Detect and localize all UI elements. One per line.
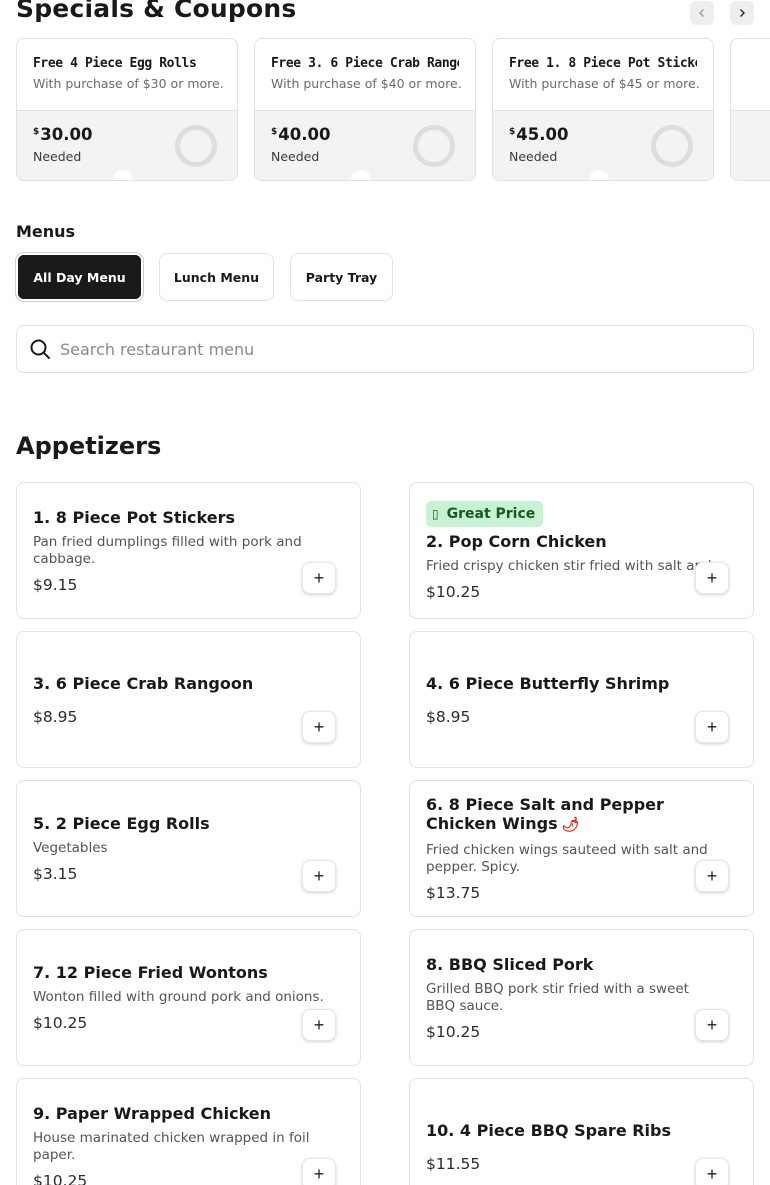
progress-ring: [413, 125, 455, 167]
add-item-button[interactable]: +: [695, 860, 729, 892]
specials-heading: Specials & Coupons: [16, 0, 297, 23]
item-price: $11.55: [426, 1154, 481, 1173]
menu-item-card[interactable]: ▯ Great Price 2. Pop Corn Chicken Fried c…: [409, 482, 754, 619]
item-description: Fried crispy chicken stir fried with sal…: [426, 557, 733, 574]
menu-item-card[interactable]: 7. 12 Piece Fried Wontons Wonton filled …: [16, 929, 361, 1066]
menus-heading: Menus: [16, 222, 76, 241]
add-item-button[interactable]: +: [302, 711, 336, 743]
add-item-button[interactable]: +: [695, 1158, 729, 1185]
item-name: 8. BBQ Sliced Pork: [426, 954, 594, 974]
chevron-left-icon: [699, 9, 704, 17]
great-price-badge: ▯ Great Price: [426, 500, 544, 527]
item-description: Fried chicken wings sauteed with salt an…: [426, 842, 708, 875]
item-price: $10.25: [33, 1171, 88, 1185]
menu-item-card[interactable]: 1. 8 Piece Pot Stickers Pan fried dumpli…: [16, 482, 361, 619]
menu-item-card[interactable]: 3. 6 Piece Crab Rangoon $8.95 +: [16, 631, 361, 768]
add-item-button[interactable]: +: [302, 562, 336, 594]
coupon-subtitle: With purchase of $40 or more.: [271, 76, 462, 91]
coupon-title: Free 1. 8 Piece Pot Stickers: [509, 56, 697, 71]
add-item-button[interactable]: +: [695, 562, 729, 594]
item-price: $9.15: [33, 575, 78, 594]
tab-all-day-menu[interactable]: All Day Menu: [16, 253, 143, 301]
search-bar[interactable]: [16, 325, 754, 373]
progress-ring: [175, 125, 217, 167]
item-name: 9. Paper Wrapped Chicken: [33, 1103, 272, 1123]
search-icon: [30, 339, 50, 359]
item-name: 4. 6 Piece Butterfly Shrimp: [426, 673, 670, 693]
coupon-subtitle: With purchase of $30 or more.: [33, 76, 224, 91]
item-price: $3.15: [33, 865, 78, 883]
coupon-card[interactable]: Free 1. 8 Piece Pot Stickers With purcha…: [492, 38, 714, 181]
add-item-button[interactable]: +: [302, 860, 336, 892]
item-description: House marinated chicken wrapped in foil …: [33, 1129, 310, 1163]
item-price: $13.75: [426, 884, 481, 902]
menu-item-card[interactable]: 8. BBQ Sliced Pork Grilled BBQ pork stir…: [409, 929, 754, 1066]
coupon-title: Free 3. 6 Piece Crab Rangoon: [271, 56, 459, 71]
item-name: 2. Pop Corn Chicken: [426, 531, 607, 551]
item-price: $10.25: [33, 1014, 88, 1032]
tab-lunch-menu[interactable]: Lunch Menu: [159, 253, 274, 301]
coupon-card[interactable]: Free 3. 6 Piece Crab Rangoon With purcha…: [254, 38, 476, 181]
item-name: 1. 8 Piece Pot Stickers: [33, 507, 236, 527]
chevron-right-icon: [740, 9, 745, 17]
item-name: 10. 4 Piece BBQ Spare Ribs: [426, 1120, 672, 1140]
item-name: 6. 8 Piece Salt and Pepper Chicken Wings…: [426, 795, 664, 833]
add-item-button[interactable]: +: [302, 1158, 336, 1185]
flame-icon: 🌶: [561, 817, 580, 833]
menu-item-card[interactable]: 9. Paper Wrapped Chicken House marinated…: [16, 1078, 361, 1185]
add-item-button[interactable]: +: [695, 711, 729, 743]
tab-party-tray[interactable]: Party Tray: [290, 253, 393, 301]
item-price: $8.95: [426, 707, 471, 726]
item-name: 7. 12 Piece Fried Wontons: [33, 963, 268, 982]
item-description: Pan fried dumplings filled with pork and…: [33, 533, 302, 567]
add-item-button[interactable]: +: [302, 1009, 336, 1041]
coupon-title: Free 4 Piece Egg Rolls: [33, 56, 197, 71]
item-description: Vegetables: [33, 840, 108, 856]
add-item-button[interactable]: +: [695, 1009, 729, 1041]
coupon-subtitle: With purchase of $45 or more.: [509, 76, 700, 91]
coupon-card-partial[interactable]: [730, 38, 770, 181]
item-price: $10.25: [426, 1022, 481, 1041]
carousel-prev-button[interactable]: [690, 1, 714, 25]
section-heading-appetizers: Appetizers: [16, 432, 162, 460]
menu-item-card[interactable]: 4. 6 Piece Butterfly Shrimp $8.95 +: [409, 631, 754, 768]
menu-item-card[interactable]: 6. 8 Piece Salt and Pepper Chicken Wings…: [409, 780, 754, 917]
search-input[interactable]: [60, 339, 700, 359]
item-name: 5. 2 Piece Egg Rolls: [33, 814, 210, 833]
tag-icon: ▯: [432, 506, 439, 521]
item-price: $8.95: [33, 707, 78, 726]
menu-item-card[interactable]: 10. 4 Piece BBQ Spare Ribs $11.55 +: [409, 1078, 754, 1185]
item-description: Grilled BBQ pork stir fried with a sweet…: [426, 980, 689, 1014]
item-name: 3. 6 Piece Crab Rangoon: [33, 673, 254, 693]
item-price: $10.25: [426, 582, 481, 601]
coupon-card[interactable]: Free 4 Piece Egg Rolls With purchase of …: [16, 38, 238, 181]
progress-ring: [651, 125, 693, 167]
menu-item-card[interactable]: 5. 2 Piece Egg Rolls Vegetables $3.15 +: [16, 780, 361, 917]
carousel-next-button[interactable]: [730, 1, 754, 25]
item-description: Wonton filled with ground pork and onion…: [33, 989, 324, 1005]
